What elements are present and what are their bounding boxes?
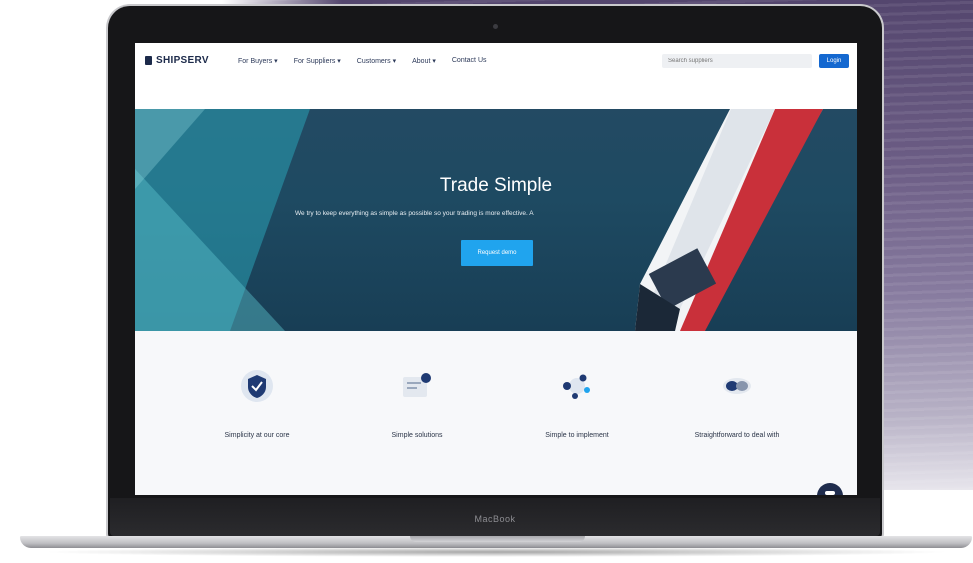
document-icon — [403, 373, 431, 397]
search-input[interactable] — [662, 54, 812, 68]
nav-contact-us[interactable]: Contact Us — [452, 57, 487, 65]
laptop-screen: SHIPSERV For Buyers ▾ For Suppliers ▾ Cu… — [135, 43, 857, 495]
laptop-notch — [410, 536, 585, 542]
request-demo-button[interactable]: Request demo — [461, 240, 533, 266]
nav-for-buyers[interactable]: For Buyers ▾ — [238, 57, 278, 65]
hero-subtitle: We try to keep everything as simple as p… — [295, 210, 534, 217]
nav-about[interactable]: About ▾ — [412, 57, 436, 65]
nav-customers[interactable]: Customers ▾ — [357, 57, 396, 65]
site-logo[interactable]: SHIPSERV — [145, 55, 209, 66]
feature-label: Straightforward to deal with — [694, 432, 780, 439]
main-nav: For Buyers ▾ For Suppliers ▾ Customers ▾… — [238, 57, 487, 65]
feature-label: Simplicity at our core — [224, 432, 290, 439]
laptop-chin: MacBook — [110, 498, 880, 536]
chat-button[interactable] — [817, 483, 843, 495]
nav-for-suppliers[interactable]: For Suppliers ▾ — [294, 57, 341, 65]
camera-icon — [493, 24, 498, 29]
device-label: MacBook — [474, 514, 516, 524]
network-icon — [563, 374, 590, 399]
shield-check-icon — [241, 370, 273, 402]
feature-label: Simple solutions — [391, 432, 443, 439]
handshake-icon — [723, 378, 751, 394]
login-button[interactable]: Login — [819, 54, 849, 68]
site-header: SHIPSERV For Buyers ▾ For Suppliers ▾ Cu… — [135, 43, 857, 109]
hero-title: Trade Simple — [439, 175, 553, 196]
hero-illustration — [135, 109, 823, 331]
feature-label: Simple to implement — [545, 432, 609, 439]
features-section: Simplicity at our core Simple solutions … — [135, 331, 857, 495]
logo-mark-icon — [145, 56, 152, 65]
hero-banner: Trade Simple We try to keep everything a… — [135, 109, 857, 331]
chat-icon — [825, 491, 835, 495]
laptop-shadow — [40, 547, 952, 557]
cruise-ship — [635, 109, 823, 331]
logo-text: SHIPSERV — [156, 55, 209, 66]
